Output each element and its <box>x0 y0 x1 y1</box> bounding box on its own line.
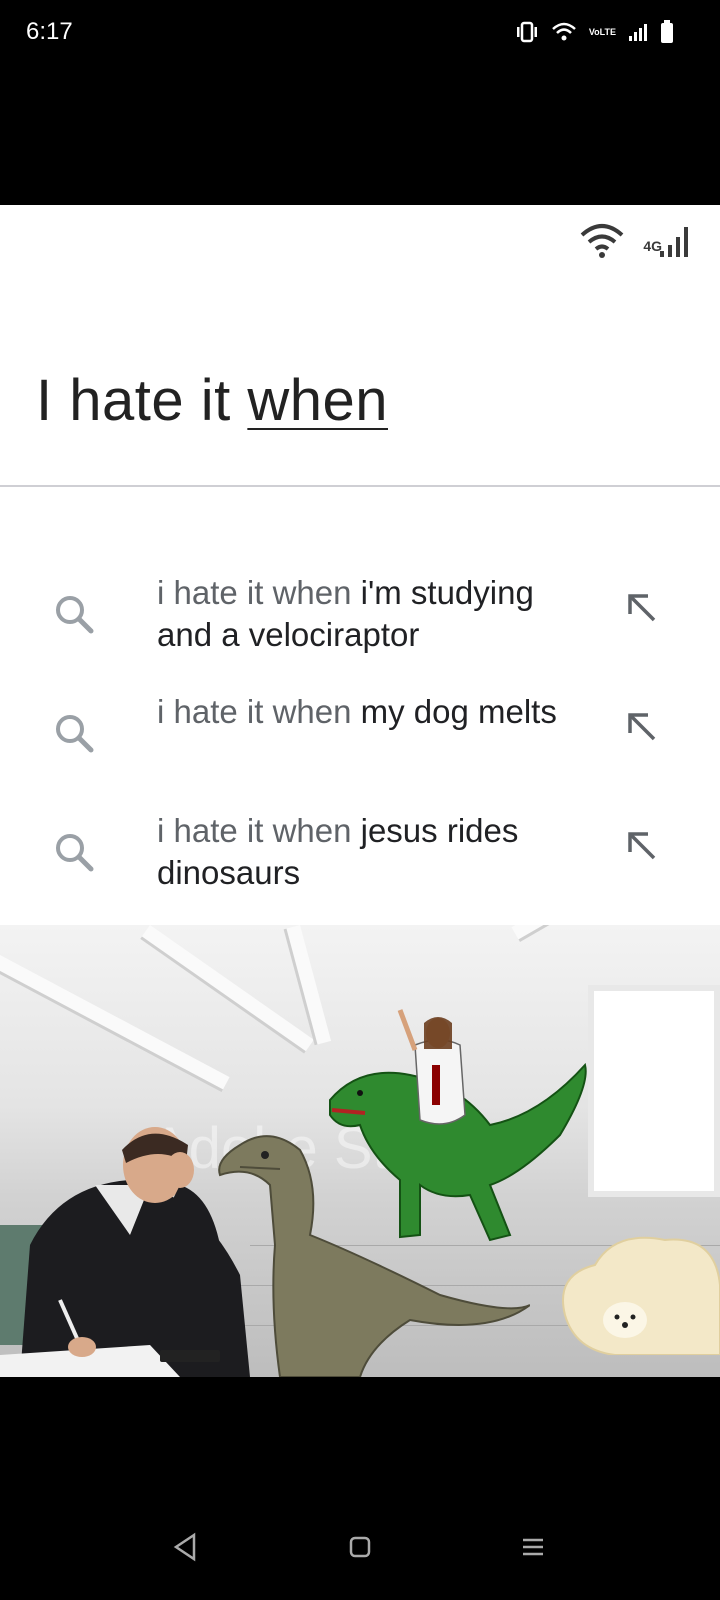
suggestion-text: i hate it when i'm studying and a veloci… <box>157 572 597 656</box>
meme-image: 4G I hate it when i hate it when i'm stu… <box>0 205 720 1377</box>
fill-query-arrow-icon[interactable] <box>624 590 660 631</box>
suggestion-text: i hate it when my dog melts <box>157 691 597 733</box>
melted-dog-figure <box>562 1236 720 1355</box>
search-icon <box>52 830 96 879</box>
suggestion-prefix: i hate it when <box>157 693 361 730</box>
menu-icon[interactable] <box>520 1532 546 1567</box>
room-window <box>588 985 720 1197</box>
suggestion-prefix: i hate it when <box>157 574 361 611</box>
search-query: I hate it when <box>36 367 388 434</box>
suggestion-prefix: i hate it when <box>157 812 361 849</box>
suggestion-item[interactable]: i hate it when jesus rides dinosaurs <box>0 810 720 910</box>
signal-icon <box>658 223 694 264</box>
query-typed-text: I hate it <box>36 368 248 433</box>
home-icon[interactable] <box>348 1532 372 1567</box>
ceiling-beam <box>511 925 694 942</box>
wifi-icon <box>579 223 625 264</box>
collage-photo: Adobe Stock dreamstime <box>0 925 720 1377</box>
search-icon <box>52 711 96 760</box>
query-completion-text: when <box>247 368 388 433</box>
signal-icon <box>628 22 648 42</box>
wifi-icon <box>551 21 577 43</box>
suggestion-item[interactable]: i hate it when my dog melts <box>0 691 720 791</box>
network-type-label: 4G <box>643 238 662 254</box>
volte-label-bottom: LTE <box>599 26 616 37</box>
status-time: 6:17 <box>26 18 73 45</box>
jesus-riding-trex-figure <box>329 1009 587 1242</box>
navigation-bar <box>0 1520 720 1600</box>
fill-query-arrow-icon[interactable] <box>624 828 660 869</box>
back-icon[interactable] <box>172 1532 198 1567</box>
search-icon <box>52 592 96 641</box>
volte-label-top: Vo <box>588 26 600 37</box>
suggestion-rest: my dog melts <box>360 693 557 730</box>
volte-icon: Vo LTE <box>588 26 616 37</box>
suggestion-item[interactable]: i hate it when i'm studying and a veloci… <box>0 572 720 672</box>
battery-icon <box>660 20 674 44</box>
vibrate-icon <box>515 21 539 43</box>
inner-status-icons: 4G <box>579 223 694 264</box>
suggestion-text: i hate it when jesus rides dinosaurs <box>157 810 597 894</box>
search-divider <box>0 485 720 487</box>
fill-query-arrow-icon[interactable] <box>624 709 660 750</box>
status-icons: Vo LTE <box>515 20 674 44</box>
status-bar: 6:17 Vo LTE <box>0 0 720 64</box>
